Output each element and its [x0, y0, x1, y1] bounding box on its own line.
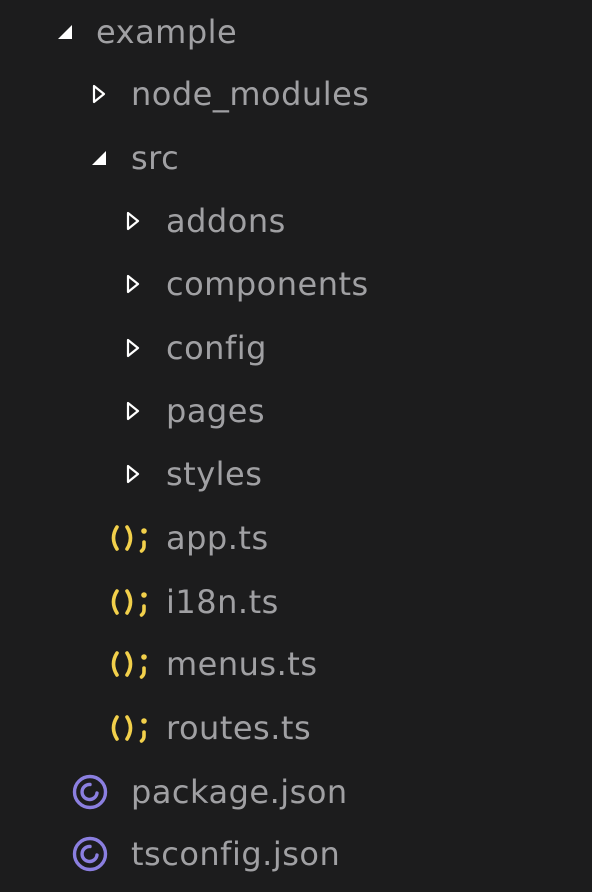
tree-item-label: i18n.ts	[166, 582, 279, 621]
tree-item-pages[interactable]: pages	[0, 379, 592, 442]
tree-item-node-modules[interactable]: node_modules	[0, 62, 592, 125]
tree-item-label: menus.ts	[166, 644, 318, 683]
tree-item-menus-ts[interactable]: menus.ts	[0, 632, 592, 695]
typescript-file-icon	[111, 650, 147, 679]
tree-item-label: src	[131, 138, 180, 177]
tree-item-label: example	[96, 12, 238, 51]
chevron-collapsed-icon[interactable]	[90, 82, 106, 106]
chevron-expanded-icon[interactable]	[90, 149, 108, 167]
tree-item-styles[interactable]: styles	[0, 442, 592, 505]
tree-item-label: config	[166, 328, 267, 367]
tree-item-label: styles	[166, 454, 263, 493]
tree-item-i18n-ts[interactable]: i18n.ts	[0, 570, 592, 633]
tree-item-label: tsconfig.json	[131, 834, 341, 873]
typescript-file-icon	[111, 524, 147, 553]
tree-item-label: node_modules	[131, 74, 370, 113]
chevron-collapsed-icon[interactable]	[124, 209, 140, 233]
file-explorer-tree: example node_modules src addons componen…	[0, 0, 592, 892]
tree-item-label: routes.ts	[166, 708, 312, 747]
tree-item-routes-ts[interactable]: routes.ts	[0, 696, 592, 759]
tree-item-components[interactable]: components	[0, 252, 592, 315]
typescript-file-icon	[111, 588, 147, 617]
tree-item-label: package.json	[131, 772, 348, 811]
tree-item-tsconfig-json[interactable]: tsconfig.json	[0, 822, 592, 885]
tree-item-addons[interactable]: addons	[0, 189, 592, 252]
tree-item-label: addons	[166, 201, 286, 240]
chevron-collapsed-icon[interactable]	[124, 272, 140, 296]
tree-item-example[interactable]: example	[0, 0, 592, 63]
chevron-collapsed-icon[interactable]	[124, 336, 140, 360]
chevron-expanded-icon[interactable]	[56, 23, 74, 41]
json-file-icon	[72, 774, 108, 809]
chevron-collapsed-icon[interactable]	[124, 399, 140, 423]
tree-item-label: pages	[166, 391, 266, 430]
tree-item-config[interactable]: config	[0, 316, 592, 379]
tree-item-app-ts[interactable]: app.ts	[0, 506, 592, 569]
chevron-collapsed-icon[interactable]	[124, 462, 140, 486]
json-file-icon	[72, 836, 108, 871]
tree-item-package-json[interactable]: package.json	[0, 760, 592, 823]
tree-item-label: app.ts	[166, 518, 269, 557]
tree-item-src[interactable]: src	[0, 126, 592, 189]
tree-item-label: components	[166, 264, 369, 303]
typescript-file-icon	[111, 714, 147, 743]
